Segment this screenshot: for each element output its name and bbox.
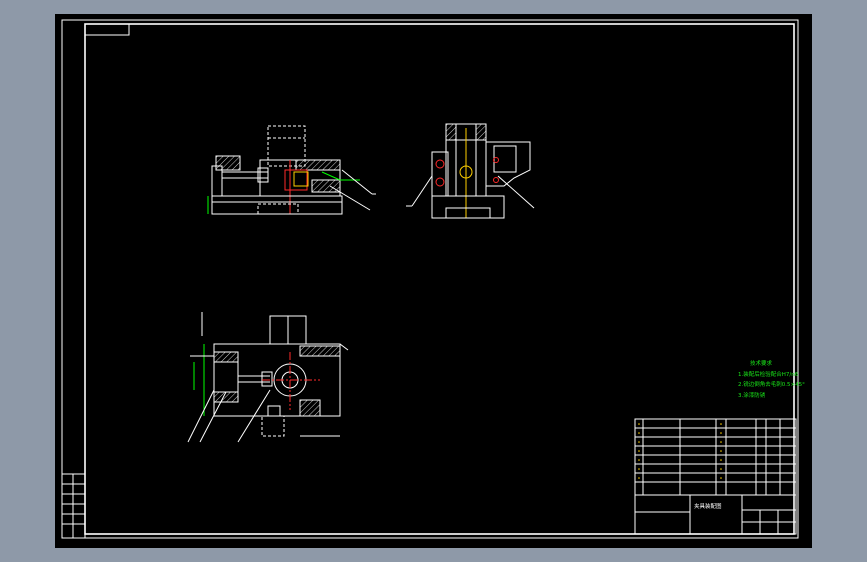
drawing-title: 夹具装配图 [694, 502, 722, 510]
cad-viewport[interactable]: 夹具装配图 技术要求 1.装配后检验配合H7/n6 2.锐边倒角去毛刺0.5×4… [0, 0, 867, 562]
note-item-1: 1.装配后检验配合H7/n6 [738, 371, 799, 378]
margin-table [61, 473, 86, 539]
drawing-frame [61, 19, 799, 539]
note-item-2: 2.锐边倒角去毛刺0.5×45° [738, 382, 805, 388]
title-block: 夹具装配图 [634, 418, 797, 535]
notes-title: 技术要求 [750, 361, 773, 367]
technical-notes: 技术要求 1.装配后检验配合H7/n6 2.锐边倒角去毛刺0.5×45° 3.涂… [738, 359, 805, 401]
top-view [187, 312, 349, 443]
front-view [207, 125, 376, 215]
side-view [406, 123, 535, 219]
note-item-3: 3.涂漆防锈 [738, 392, 766, 399]
drawing-canvas: 夹具装配图 [61, 19, 799, 539]
